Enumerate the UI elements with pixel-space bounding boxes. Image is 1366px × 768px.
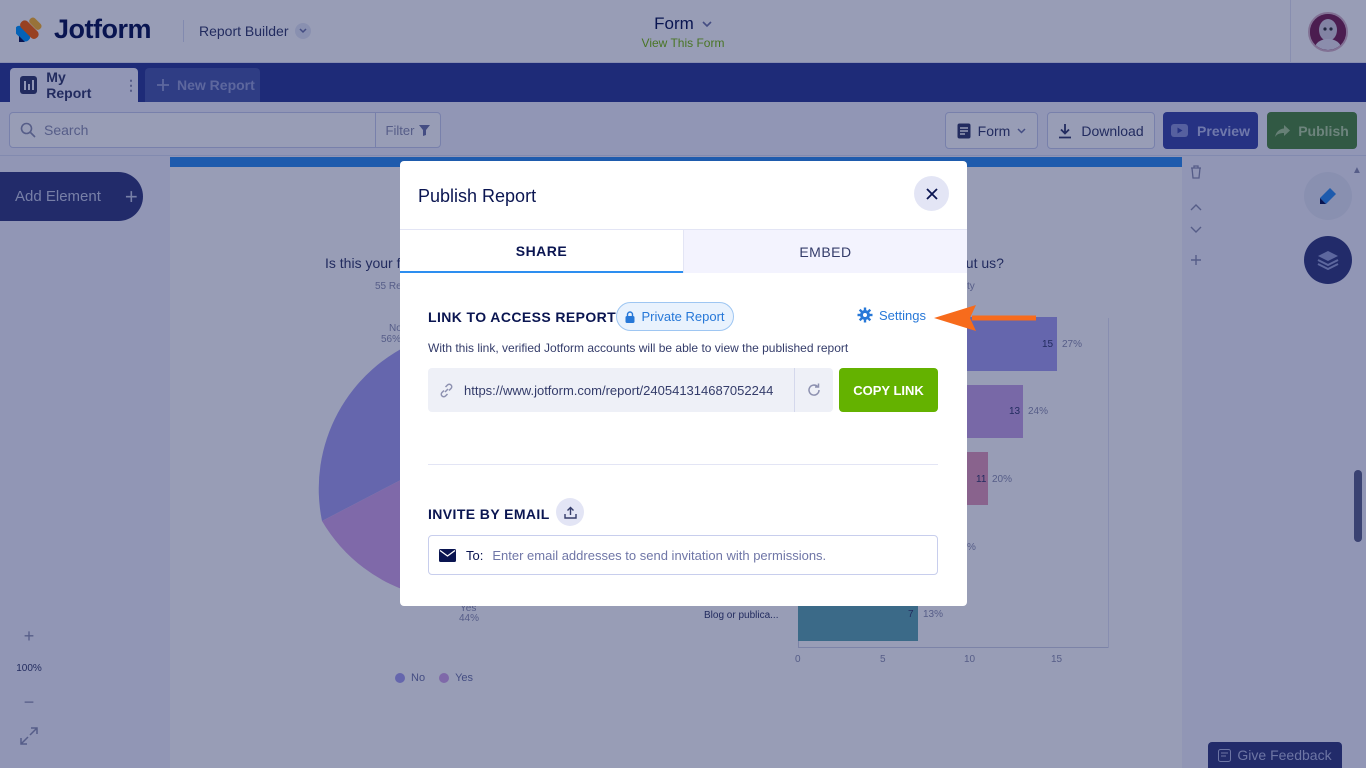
gear-icon xyxy=(857,307,873,323)
invite-email-field: To: xyxy=(428,535,938,575)
modal-title: Publish Report xyxy=(418,186,537,206)
link-description: With this link, verified Jotform account… xyxy=(428,341,849,355)
tab-embed[interactable]: EMBED xyxy=(683,230,967,273)
lock-icon xyxy=(625,310,635,323)
close-button[interactable] xyxy=(914,176,949,211)
settings-link[interactable]: Settings xyxy=(857,307,926,323)
copy-link-button[interactable]: COPY LINK xyxy=(839,368,938,412)
tab-share[interactable]: SHARE xyxy=(400,230,683,273)
upload-emails-button[interactable] xyxy=(556,498,584,526)
email-to-label: To: xyxy=(466,547,484,563)
invite-section-title: INVITE BY EMAIL xyxy=(428,506,550,522)
publish-report-modal: Publish Report SHARE EMBED LINK TO ACCES… xyxy=(400,161,967,606)
close-icon xyxy=(925,187,938,200)
link-icon xyxy=(440,383,453,397)
upload-icon xyxy=(563,506,577,519)
refresh-icon xyxy=(808,383,820,396)
modal-tabs: SHARE EMBED xyxy=(400,229,967,273)
regenerate-link-button[interactable] xyxy=(794,368,833,412)
section-divider xyxy=(428,464,938,465)
private-report-badge[interactable]: Private Report xyxy=(616,302,734,331)
annotation-arrow-icon xyxy=(934,305,1036,331)
email-input[interactable] xyxy=(492,547,913,563)
link-section-title: LINK TO ACCESS REPORT xyxy=(428,309,617,325)
report-link-field[interactable]: https://www.jotform.com/report/240541314… xyxy=(428,368,833,412)
report-link-url[interactable]: https://www.jotform.com/report/240541314… xyxy=(464,383,794,398)
settings-label: Settings xyxy=(879,307,926,323)
envelope-icon xyxy=(439,548,456,562)
private-report-label: Private Report xyxy=(641,309,725,324)
